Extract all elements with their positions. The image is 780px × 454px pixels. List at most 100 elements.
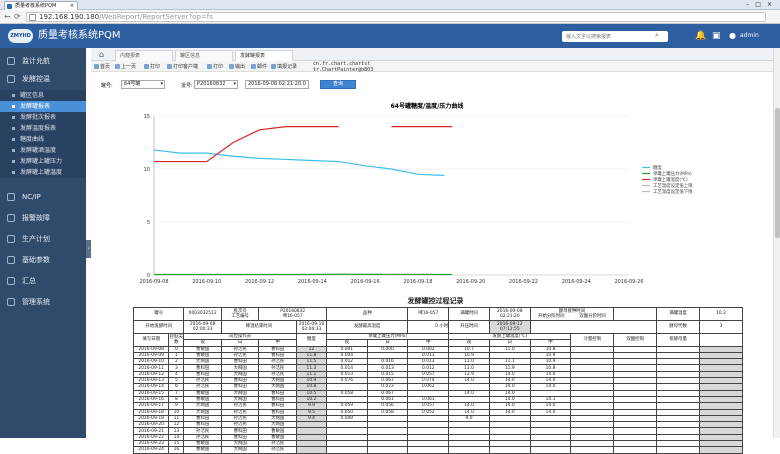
table-cell[interactable]: 2016-09-11	[134, 365, 169, 371]
sidebar-item-temp-report[interactable]: 发酵温度报表	[0, 123, 86, 134]
table-cell[interactable]	[530, 447, 571, 453]
report-toolbar: 首页 上一页 打印 打印客户端 打印 输出 邮件 填报记录	[91, 61, 780, 72]
table-cell[interactable]	[296, 447, 326, 453]
table-cell[interactable]	[657, 447, 700, 453]
toolbar-prev-page[interactable]: 上一页	[115, 63, 136, 71]
search-icon[interactable]: ⌕	[655, 31, 659, 40]
sidebar-group-params[interactable]: 基础参数	[0, 251, 86, 269]
sidebar-group-summary[interactable]: 汇总	[0, 272, 86, 290]
back-icon[interactable]: ←	[4, 12, 11, 21]
bullet-icon	[12, 171, 15, 174]
first-page-icon	[94, 64, 99, 69]
info-label: 降温结束时间	[221, 321, 296, 334]
table-cell[interactable]	[700, 447, 743, 453]
user-icon[interactable]: ●	[729, 30, 736, 42]
table-cell[interactable]	[408, 447, 449, 453]
sidebar-group-alarm[interactable]: 报警故障	[0, 209, 86, 227]
table-cell[interactable]: 2016-09-20	[134, 422, 169, 428]
toolbar-first-page[interactable]: 首页	[94, 63, 110, 71]
table-cell[interactable]	[367, 447, 408, 453]
toolbar-fill-record[interactable]: 填报记录	[271, 63, 297, 71]
home-icon[interactable]: ⌂	[99, 50, 104, 59]
settings-icon[interactable]: ▣	[712, 30, 721, 42]
scrollbar-thumb[interactable]	[775, 108, 780, 238]
info-label	[614, 308, 657, 321]
table-cell[interactable]	[614, 447, 657, 453]
table-cell[interactable]	[449, 447, 490, 453]
refresh-icon[interactable]: ⟳	[14, 12, 21, 21]
content-tabs: ⌂ 内窥报表 罐区信息 发酵罐报表	[91, 48, 780, 61]
sidebar-group-ncip[interactable]: NC/IP	[0, 188, 86, 206]
table-cell[interactable]: 2016-09-14	[134, 384, 169, 390]
table-cell[interactable]: 孙洁民	[259, 447, 297, 453]
table-cell[interactable]: 2016-09-17	[134, 403, 169, 409]
tank-select[interactable]: 64号罐▾	[121, 80, 165, 89]
table-cell[interactable]: 2016-09-16	[134, 396, 169, 402]
table-cell[interactable]: 2016-09-12	[134, 371, 169, 377]
legend-label: 单罐上罐温度(℃)	[653, 176, 688, 183]
tab-tank-area[interactable]: 罐区信息	[175, 50, 233, 61]
table-cell[interactable]: 2016-09-15	[134, 390, 169, 396]
sidebar-item-tank-liquor-temp[interactable]: 发酵罐酒温度	[0, 145, 86, 156]
tab-inner-report[interactable]: 内窥报表	[115, 50, 173, 61]
bell-icon[interactable]: 🔔	[695, 30, 706, 42]
sidebar-item-batch-report[interactable]: 发酵批次报表	[0, 112, 86, 123]
table-cell[interactable]: 2016-09-18	[134, 409, 169, 415]
tank-label: 罐号:	[101, 82, 113, 89]
table-cell[interactable]: 2016-09-22	[134, 434, 169, 440]
table-cell[interactable]: 2016-09-10	[134, 359, 169, 365]
logo: ZMYHD	[8, 29, 33, 43]
tab-close-icon[interactable]: ×	[70, 2, 74, 10]
table-cell[interactable]: 2016-09-19	[134, 415, 169, 421]
table-cell[interactable]: 2016-09-23	[134, 441, 169, 447]
table-cell[interactable]: 2016-09-24	[134, 447, 169, 453]
table-cell[interactable]: 16	[169, 447, 184, 453]
toolbar-print-2[interactable]: 打印	[207, 63, 223, 71]
table-cell[interactable]: 大网国	[221, 447, 259, 453]
table-cell[interactable]	[489, 447, 530, 453]
sidebar-group-monitor[interactable]: 监计允航	[0, 52, 86, 70]
info-value: 啤16-057	[259, 314, 326, 319]
record-icon	[271, 64, 276, 69]
x-tick-label: 2016-09-24	[562, 279, 591, 285]
toolbar-print-client[interactable]: 打印客户端	[167, 63, 198, 71]
batch-label: 批号:	[181, 82, 193, 89]
sidebar-item-sugar-curve[interactable]: 糖度曲线	[0, 134, 86, 145]
info-cell: 酵母接种时间开始分阶时间双酸分阶时间	[530, 308, 614, 321]
wrench-icon	[7, 256, 15, 264]
sidebar-item-tank-area[interactable]: 罐区信息	[0, 90, 86, 101]
search-input[interactable]	[562, 31, 668, 42]
window-controls[interactable]: –□×	[746, 0, 778, 9]
legend-label: 糖度	[653, 164, 662, 171]
vertical-scrollbar[interactable]	[773, 48, 780, 438]
table-cell[interactable]: 2016-09-09	[134, 352, 169, 358]
toolbar-mail[interactable]: 邮件	[251, 63, 267, 71]
table-cell[interactable]: 曹敏国	[184, 447, 222, 453]
sidebar-item-tank-temp[interactable]: 发酵罐上罐温度	[0, 167, 86, 178]
sidebar-group-admin[interactable]: 管理系统	[0, 293, 86, 311]
url-field[interactable]: 192.168.190.180/WebReport/ReportServer?o…	[26, 12, 766, 22]
tab-ferment-report[interactable]: 发酵罐报表	[235, 50, 293, 61]
toolbar-export[interactable]: 输出	[229, 63, 245, 71]
table-cell[interactable]: 2016-09-13	[134, 378, 169, 384]
sidebar-item-ferment-report[interactable]: 发酵罐报表	[0, 101, 86, 112]
info-cell: P20160832啤16-057	[259, 308, 327, 321]
query-button[interactable]: 查询	[320, 80, 356, 89]
info-label: 开始发酵时间	[134, 321, 184, 334]
toolbar-print[interactable]: 打印	[144, 63, 160, 71]
batch-select[interactable]: P20160832▾	[194, 80, 238, 89]
info-label: 升压时间	[449, 321, 490, 334]
browser-tab[interactable]: 质量考核系统PQM ×	[4, 1, 78, 10]
url-path: /WebReport/ReportServer?op=fs	[99, 13, 213, 21]
table-cell[interactable]	[571, 447, 614, 453]
sidebar-item-tank-pressure[interactable]: 发酵罐上罐压力	[0, 156, 86, 167]
time-field[interactable]: 2016-09-08 02:21:20.0	[245, 80, 309, 89]
sidebar-group-plan[interactable]: 生产计划	[0, 230, 86, 248]
print-icon	[144, 64, 149, 69]
table-cell[interactable]	[326, 447, 367, 453]
table-cell[interactable]: 2016-09-08	[134, 346, 169, 352]
table-cell[interactable]: 2016-09-21	[134, 428, 169, 434]
info-label: 罐号	[134, 308, 184, 321]
sidebar-group-ferment[interactable]: 发酵控温	[0, 70, 86, 88]
user-name[interactable]: admin	[740, 32, 759, 39]
